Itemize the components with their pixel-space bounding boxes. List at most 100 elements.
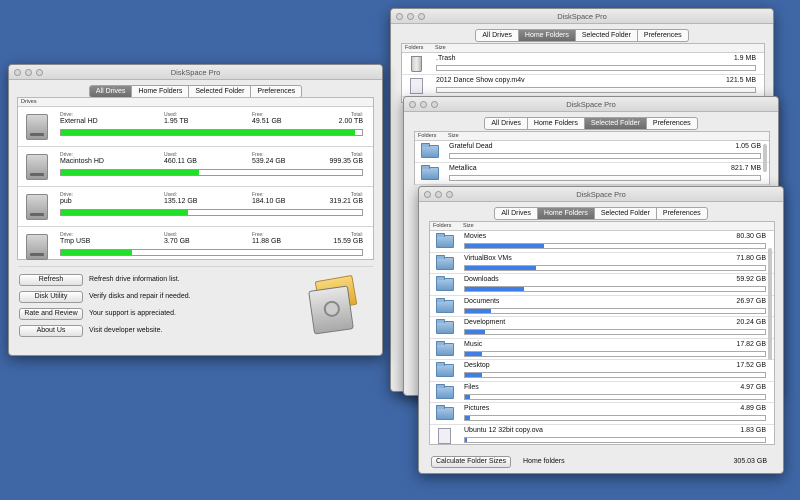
tab-all-drives[interactable]: All Drives xyxy=(485,118,528,129)
folders-column-header[interactable]: Folders xyxy=(402,45,432,51)
folder-name: .Trash xyxy=(436,55,456,62)
minimize-button[interactable] xyxy=(25,69,32,76)
tab-preferences[interactable]: Preferences xyxy=(647,118,697,129)
drives-column-header[interactable]: Drives xyxy=(18,99,37,105)
tab-preferences[interactable]: Preferences xyxy=(638,30,688,41)
drive-free: 11.88 GB xyxy=(252,238,282,245)
drive-free: 49.51 GB xyxy=(252,118,282,125)
drives-list[interactable]: Drives Drive: External HD Used: 1.95 TB Free… xyxy=(17,97,374,267)
drive-total: 15.59 GB xyxy=(333,238,363,245)
trash-icon xyxy=(411,56,422,72)
drive-row[interactable]: Drive: pub Used: 135.12 GB Free: 184.10 GB Tot… xyxy=(18,187,373,227)
tab-bar: All Drives Home Folders Selected Folder … xyxy=(419,207,783,220)
rate-and-review-button[interactable]: Rate and Review xyxy=(19,308,83,320)
title-bar[interactable]: DiskSpace Pro xyxy=(9,65,382,80)
scrollbar[interactable] xyxy=(763,144,767,172)
folder-row[interactable]: Metallica 821.7 MB xyxy=(415,163,769,185)
folder-size: 17.52 GB xyxy=(736,362,766,369)
tab-home-folders[interactable]: Home Folders xyxy=(528,118,585,129)
folder-icon xyxy=(436,297,454,313)
tab-home-folders[interactable]: Home Folders xyxy=(132,86,190,97)
folder-icon xyxy=(436,233,454,248)
folder-list[interactable]: Folders Size .Trash 1.9 MB 2012 Dance Show … xyxy=(401,43,765,103)
tab-home-folders[interactable]: Home Folders xyxy=(537,208,595,219)
disk-utility-button[interactable]: Disk Utility xyxy=(19,291,83,303)
folder-size-bar xyxy=(464,436,766,443)
folder-size-bar xyxy=(464,393,766,400)
drive-row[interactable]: Drive: Macintosh HD Used: 460.11 GB Free: 539… xyxy=(18,147,373,187)
tab-all-drives[interactable]: All Drives xyxy=(476,30,519,41)
folder-row[interactable]: Grateful Dead 1.05 GB xyxy=(415,141,769,163)
size-column-header[interactable]: Size xyxy=(460,223,474,229)
drive-usage-bar xyxy=(60,249,363,256)
tab-all-drives[interactable]: All Drives xyxy=(495,208,538,219)
folder-row[interactable]: .Trash 1.9 MB xyxy=(402,53,764,75)
tab-bar: All Drives Home Folders Selected Folder … xyxy=(391,29,773,42)
all-drives-window: DiskSpace Pro All Drives Home Folders Se… xyxy=(8,64,383,356)
refresh-button[interactable]: Refresh xyxy=(19,274,83,286)
folder-size-bar xyxy=(464,372,766,378)
about-us-description: Visit developer website. xyxy=(89,327,163,334)
folder-name: Grateful Dead xyxy=(449,143,493,150)
calculate-folder-sizes-button[interactable]: Calculate Folder Sizes xyxy=(431,456,511,468)
disk-utility-description: Verify disks and repair if needed. xyxy=(89,293,191,300)
zoom-button[interactable] xyxy=(418,13,425,20)
close-button[interactable] xyxy=(409,101,416,108)
folder-row[interactable]: Ubuntu 12 32bit copy.ova 1.83 GB xyxy=(430,425,774,445)
folder-row[interactable]: Movies 80.30 GB xyxy=(430,231,774,253)
folders-column-header[interactable]: Folders xyxy=(430,223,460,229)
zoom-button[interactable] xyxy=(431,101,438,108)
tab-selected-folder[interactable]: Selected Folder xyxy=(595,208,657,219)
close-button[interactable] xyxy=(424,191,431,198)
drive-row[interactable]: Drive: External HD Used: 1.95 TB Free: 49.51 … xyxy=(18,107,373,147)
tab-selected-folder[interactable]: Selected Folder xyxy=(189,86,252,97)
tab-selected-folder[interactable]: Selected Folder xyxy=(576,30,638,41)
hard-drive-icon xyxy=(26,194,48,220)
folder-row[interactable]: Downloads 59.92 GB xyxy=(430,274,774,296)
title-bar[interactable]: DiskSpace Pro xyxy=(419,187,783,202)
folder-name: Ubuntu 12 32bit copy.ova xyxy=(464,426,543,434)
folder-row[interactable]: Development 20.24 GB xyxy=(430,317,774,339)
folder-size-fill xyxy=(465,244,544,248)
drive-row[interactable]: Drive: Tmp USB Used: 3.70 GB Free: 11.88 GB To… xyxy=(18,227,373,267)
tab-all-drives[interactable]: All Drives xyxy=(89,86,133,97)
about-us-button[interactable]: About Us xyxy=(19,325,83,337)
folder-size-bar xyxy=(464,415,766,421)
folders-column-header[interactable]: Folders xyxy=(415,133,445,139)
close-button[interactable] xyxy=(396,13,403,20)
tab-home-folders[interactable]: Home Folders xyxy=(518,30,576,41)
window-title: DiskSpace Pro xyxy=(576,190,626,199)
scrollbar[interactable] xyxy=(768,248,772,360)
zoom-button[interactable] xyxy=(36,69,43,76)
folder-list[interactable]: Folders Size Movies 80.30 GB VirtualBox VMs… xyxy=(429,221,775,445)
folder-size: 1.83 GB xyxy=(740,426,766,434)
folder-size-fill xyxy=(465,351,483,356)
folder-row[interactable]: Music 17.82 GB xyxy=(430,339,774,360)
folder-name: Downloads xyxy=(464,276,499,283)
minimize-button[interactable] xyxy=(407,13,414,20)
window-title: DiskSpace Pro xyxy=(566,100,616,109)
folder-list[interactable]: Folders Size Grateful Dead 1.05 GB Metallic… xyxy=(414,131,770,185)
size-column-header[interactable]: Size xyxy=(432,45,446,51)
folder-row[interactable]: Documents 26.97 GB xyxy=(430,296,774,317)
folder-row[interactable]: 2012 Dance Show copy.m4v 121.5 MB xyxy=(402,75,764,97)
zoom-button[interactable] xyxy=(446,191,453,198)
title-bar[interactable]: DiskSpace Pro xyxy=(404,97,778,112)
close-button[interactable] xyxy=(14,69,21,76)
tab-bar: All Drives Home Folders Selected Folder … xyxy=(404,117,778,130)
folder-row[interactable]: Desktop 17.52 GB xyxy=(430,360,774,382)
folder-name: Pictures xyxy=(464,405,490,412)
tab-preferences[interactable]: Preferences xyxy=(251,86,301,97)
drive-usage-bar xyxy=(60,209,363,216)
tab-selected-folder[interactable]: Selected Folder xyxy=(584,118,647,129)
folder-row[interactable]: Files 4.97 GB xyxy=(430,382,774,403)
minimize-button[interactable] xyxy=(435,191,442,198)
folder-row[interactable]: Pictures 4.89 GB xyxy=(430,403,774,425)
title-bar[interactable]: DiskSpace Pro xyxy=(391,9,773,24)
tab-preferences[interactable]: Preferences xyxy=(657,208,707,219)
folder-icon xyxy=(421,143,439,158)
size-column-header[interactable]: Size xyxy=(445,133,459,139)
minimize-button[interactable] xyxy=(420,101,427,108)
folder-row[interactable]: VirtualBox VMs 71.80 GB xyxy=(430,253,774,274)
folder-size: 71.80 GB xyxy=(736,254,766,262)
